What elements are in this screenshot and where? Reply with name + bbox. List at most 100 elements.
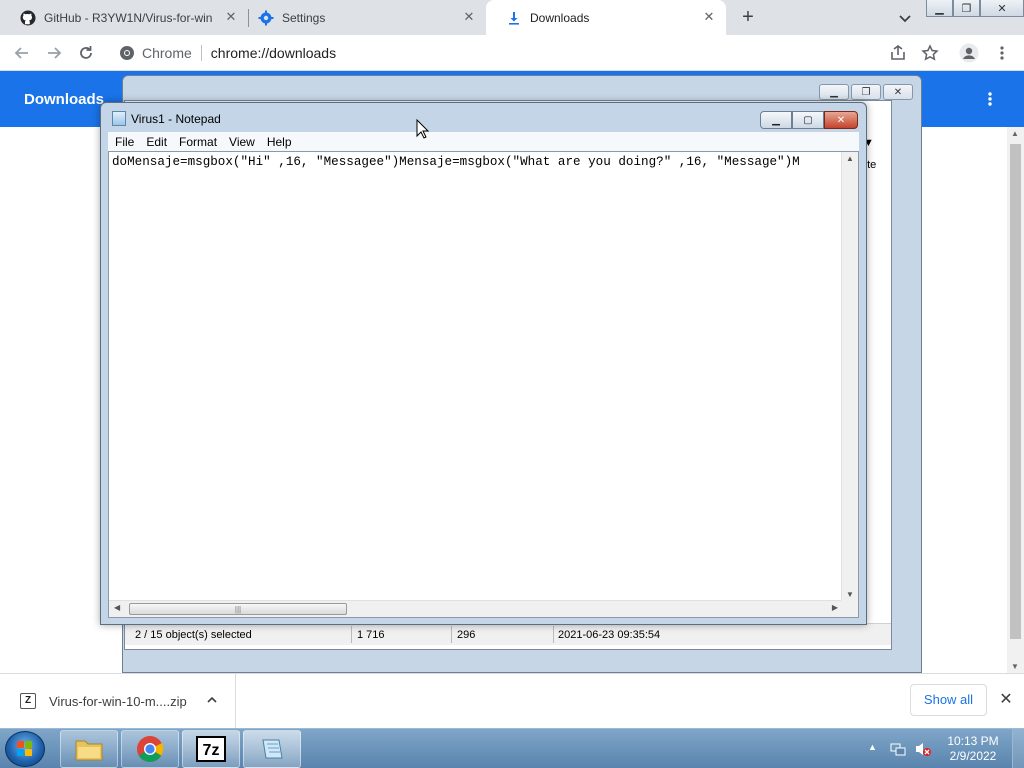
tab-search-icon[interactable] [896, 9, 914, 27]
download-item[interactable]: Z Virus-for-win-10-m....zip [0, 674, 236, 728]
address-bar[interactable]: Chrome chrome://downloads [112, 39, 872, 67]
tab-title: Settings [282, 10, 326, 25]
taskbar: 7z ▲ 10:13 PM 2/9/2022 [0, 728, 1024, 768]
size-grip[interactable] [841, 600, 858, 617]
download-filename: Virus-for-win-10-m....zip [49, 693, 187, 709]
chrome-icon [137, 736, 164, 762]
notepad-window-controls: ▁ ▢ ✕ [760, 111, 858, 129]
minimize-button[interactable]: ▁ [926, 0, 953, 17]
scrollbar-thumb[interactable]: ||| [129, 603, 347, 615]
network-icon[interactable] [890, 741, 906, 757]
folder-icon [75, 740, 103, 761]
tab-title: Downloads [530, 10, 590, 25]
taskbar-notepad[interactable] [243, 730, 301, 768]
close-tab-icon[interactable]: ✕ [462, 10, 476, 24]
show-hidden-icons[interactable]: ▲ [868, 742, 877, 752]
page-scrollbar[interactable]: ▲ ▼ [1007, 127, 1024, 673]
reload-icon [80, 46, 92, 59]
kebab-menu-icon [1000, 46, 1004, 60]
close-button[interactable]: ✕ [883, 84, 913, 100]
tab-settings[interactable]: Settings ✕ [238, 0, 486, 35]
menu-bar: File Edit Format View Help [108, 132, 859, 151]
kebab-menu-icon [988, 92, 992, 106]
status-bar: 2 / 15 object(s) selected 1 716 296 2021… [125, 623, 891, 645]
menu-edit[interactable]: Edit [146, 135, 167, 149]
close-button[interactable]: ✕ [980, 0, 1024, 17]
windows-logo-icon [17, 741, 32, 756]
close-tab-icon[interactable]: ✕ [702, 10, 716, 24]
gear-icon [258, 10, 274, 26]
horizontal-scrollbar[interactable]: ◀ ||| ▶ [109, 600, 843, 617]
minimize-button[interactable]: ▁ [819, 84, 849, 100]
notepad-icon [112, 111, 126, 126]
menu-view[interactable]: View [229, 135, 255, 149]
star-icon [921, 44, 939, 61]
forward-button[interactable] [42, 41, 66, 65]
status-packed: 296 [457, 629, 476, 641]
clock-date: 2/9/2022 [949, 749, 997, 763]
7zip-icon: 7z [196, 736, 226, 762]
scroll-left-icon[interactable]: ◀ [114, 603, 120, 612]
notepad-window[interactable]: Virus1 - Notepad ▁ ▢ ✕ File Edit Format … [100, 102, 867, 625]
share-icon [891, 45, 905, 60]
scroll-down-icon[interactable]: ▼ [846, 590, 854, 599]
share-button[interactable] [886, 41, 910, 65]
svg-text:7z: 7z [203, 742, 220, 759]
scroll-up-icon[interactable]: ▲ [846, 154, 854, 163]
zip-file-icon: Z [20, 693, 36, 709]
restore-button[interactable]: ❐ [953, 0, 980, 17]
taskbar-explorer[interactable] [60, 730, 118, 768]
start-button[interactable] [5, 731, 45, 767]
site-chip: Chrome [142, 45, 192, 61]
status-size: 1 716 [357, 629, 385, 641]
scroll-up-icon[interactable]: ▲ [1011, 129, 1019, 138]
bookmark-button[interactable] [918, 41, 942, 65]
scroll-down-icon[interactable]: ▼ [1011, 662, 1019, 671]
taskbar-7zip[interactable]: 7z [182, 730, 240, 768]
volume-muted-icon[interactable] [914, 741, 932, 757]
close-shelf-icon[interactable]: ✕ [997, 691, 1015, 709]
background-window-controls: ▁ ❐ ✕ [819, 84, 913, 100]
scrollbar-thumb[interactable] [1010, 144, 1021, 639]
vertical-scrollbar[interactable]: ▲ ▼ [841, 152, 858, 601]
profile-button[interactable] [957, 41, 981, 65]
close-button[interactable]: ✕ [824, 111, 858, 129]
tab-strip: GitHub - R3YW1N/Virus-for-win ✕ Settings… [0, 0, 1024, 35]
forward-arrow-icon [48, 47, 62, 59]
downloads-menu-button[interactable] [980, 89, 1000, 109]
github-icon [20, 10, 36, 26]
tab-github[interactable]: GitHub - R3YW1N/Virus-for-win ✕ [0, 0, 248, 35]
system-clock[interactable]: 10:13 PM 2/9/2022 [938, 734, 1008, 764]
mouse-cursor-icon [416, 119, 430, 139]
menu-format[interactable]: Format [179, 135, 217, 149]
menu-help[interactable]: Help [267, 135, 292, 149]
menu-file[interactable]: File [115, 135, 134, 149]
status-modified: 2021-06-23 09:35:54 [558, 629, 661, 641]
text-editor[interactable]: doMensaje=msgbox("Hi" ,16, "Messagee")Me… [108, 151, 859, 618]
show-desktop-button[interactable] [1012, 729, 1024, 768]
download-shelf: Z Virus-for-win-10-m....zip Show all ✕ [0, 673, 1024, 728]
url-text: chrome://downloads [210, 45, 337, 61]
browser-toolbar: Chrome chrome://downloads [0, 35, 1024, 71]
chrome-menu-button[interactable] [990, 41, 1014, 65]
new-tab-button[interactable]: + [737, 7, 759, 29]
maximize-button[interactable]: ▢ [792, 111, 824, 129]
tab-downloads[interactable]: Downloads ✕ [486, 0, 726, 35]
chevron-up-icon[interactable] [205, 693, 219, 707]
page-title: Downloads [24, 91, 105, 108]
back-button[interactable] [10, 41, 34, 65]
minimize-button[interactable]: ▁ [760, 111, 792, 129]
scroll-right-icon[interactable]: ▶ [832, 603, 838, 612]
close-tab-icon[interactable]: ✕ [224, 10, 238, 24]
status-selected: 2 / 15 object(s) selected [135, 629, 252, 641]
back-arrow-icon [14, 47, 28, 59]
restore-button[interactable]: ❐ [851, 84, 881, 100]
clock-time: 10:13 PM [947, 734, 999, 748]
window-controls: ▁ ❐ ✕ [926, 0, 1024, 17]
reload-button[interactable] [74, 41, 98, 65]
show-all-button[interactable]: Show all [910, 684, 987, 716]
window-title: Virus1 - Notepad [131, 112, 221, 126]
editor-content[interactable]: doMensaje=msgbox("Hi" ,16, "Messagee")Me… [112, 155, 840, 169]
notepad-icon [262, 739, 283, 759]
taskbar-chrome[interactable] [121, 730, 179, 768]
